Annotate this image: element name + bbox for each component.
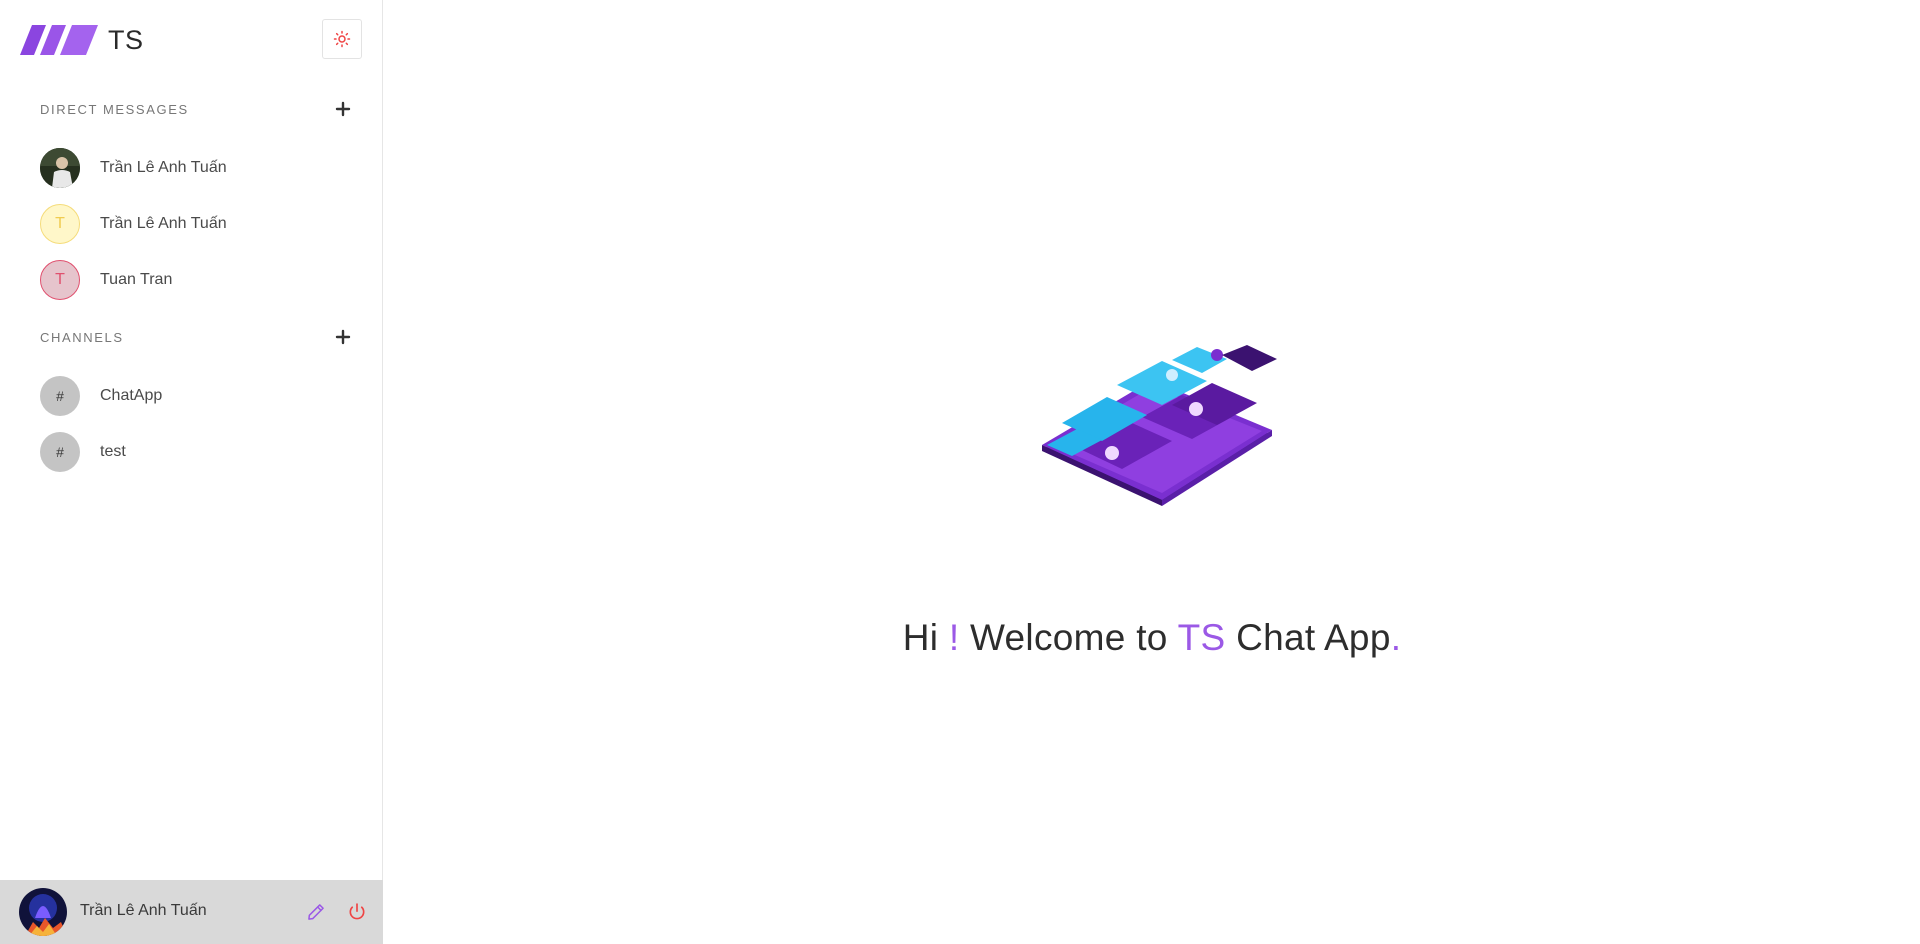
avatar: T [40,260,80,300]
avatar [40,148,80,188]
sun-icon [333,30,351,48]
current-user-avatar[interactable] [19,888,67,936]
channels-list: # ChatApp # test [40,368,360,480]
direct-messages-header: DIRECT MESSAGES [40,97,355,121]
welcome-exclaim: ! [948,617,960,658]
dm-item[interactable]: T Trần Lê Anh Tuấn [40,196,360,252]
avatar-letter: T [55,271,65,288]
welcome-hi: Hi [902,617,949,658]
plus-icon [335,101,351,117]
welcome-text: Welcome to [959,617,1178,658]
channel-item[interactable]: # ChatApp [40,368,360,424]
hash-icon: # [56,388,64,404]
channel-item[interactable]: # test [40,424,360,480]
direct-messages-list: Trần Lê Anh Tuấn T Trần Lê Anh Tuấn T Tu… [40,140,360,308]
welcome-dot: . [1390,617,1402,658]
chat-phone-illustration-icon [1042,345,1277,506]
dm-item-label: Trần Lê Anh Tuấn [100,215,227,232]
direct-messages-title: DIRECT MESSAGES [40,101,189,117]
logo-mark-icon [20,25,98,55]
plus-icon [335,329,351,345]
channel-item-label: ChatApp [100,387,163,404]
theme-toggle-button[interactable] [322,19,362,59]
avatar-letter: T [55,215,65,232]
hash-icon: # [56,444,64,460]
logo-text: TS [108,24,144,55]
welcome-brand: TS [1177,617,1226,658]
sidebar: TS DIRECT MESSAGES Trần Lê Anh Tuấn T Tr… [0,0,383,944]
logo[interactable]: TS [20,18,144,62]
welcome-message: Hi ! Welcome to TS Chat App. [384,617,1920,659]
dm-item[interactable]: T Tuan Tran [40,252,360,308]
channels-title: CHANNELS [40,329,124,345]
channel-item-label: test [100,443,126,460]
user-photo-icon [40,148,80,188]
channel-avatar: # [40,376,80,416]
channels-header: CHANNELS [40,325,355,349]
add-direct-message-button[interactable] [331,97,355,121]
dm-item[interactable]: Trần Lê Anh Tuấn [40,140,360,196]
user-avatar-image-icon [19,888,67,936]
edit-profile-button[interactable] [304,900,328,924]
current-user-name: Trần Lê Anh Tuấn [80,902,207,919]
channel-avatar: # [40,432,80,472]
user-footer: Trần Lê Anh Tuấn [0,880,383,944]
logout-button[interactable] [345,900,369,924]
welcome-app: Chat App [1225,617,1391,658]
pencil-icon [308,904,324,920]
dm-item-label: Tuan Tran [100,271,173,288]
power-icon [349,903,365,920]
dm-item-label: Trần Lê Anh Tuấn [100,159,227,176]
avatar: T [40,204,80,244]
main-content: Hi ! Welcome to TS Chat App. [384,0,1920,944]
add-channel-button[interactable] [331,325,355,349]
